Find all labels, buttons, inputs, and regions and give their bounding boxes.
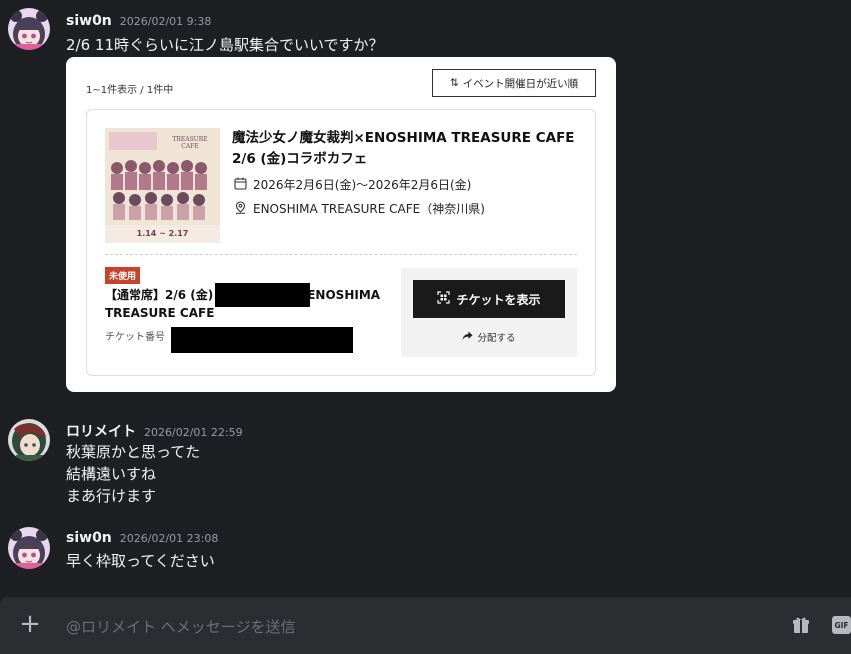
status-badge: 未使用	[105, 267, 141, 284]
message-header: siw0n 2026/02/01 23:08	[66, 530, 218, 546]
message-text: 2/6 11時ぐらいに江ノ島駅集合でいいですか？	[66, 36, 384, 54]
message-text: 結構遠いすね	[66, 465, 157, 483]
calendar-icon	[234, 177, 247, 193]
share-arrow-icon	[462, 331, 473, 344]
dashed-divider	[105, 254, 577, 255]
sort-arrows-icon: ⇅	[449, 77, 459, 89]
timestamp: 2026/02/01 23:08	[119, 532, 219, 545]
message-text: 早く枠取ってください	[66, 552, 215, 570]
avatar-siw0n[interactable]	[8, 8, 50, 50]
event-date: 2026年2月6日(金)〜2026年2月6日(金)	[234, 176, 471, 193]
username[interactable]: ロリメイト	[66, 421, 136, 441]
ticket-action-panel: チケットを表示 分配する	[401, 268, 577, 357]
event-place-text: ENOSHIMA TREASURE CAFE（神奈川県)	[253, 202, 485, 216]
show-ticket-label: チケットを表示	[456, 292, 541, 307]
username[interactable]: siw0n	[66, 530, 112, 546]
username[interactable]: siw0n	[66, 13, 112, 29]
seat-prefix: 【通常席】2/6 (金)	[105, 288, 214, 302]
avatar-rorimeito[interactable]	[8, 419, 50, 461]
event-thumbnail[interactable]: TREASURE CAFE 1.14 ~ 2.17	[105, 128, 220, 243]
sort-button[interactable]: ⇅ イベント開催日が近い順	[432, 69, 596, 97]
timestamp: 2026/02/01 9:38	[119, 15, 212, 28]
thumbnail-dates: 1.14 ~ 2.17	[136, 229, 189, 238]
qr-code-icon	[437, 291, 451, 307]
event-date-text: 2026年2月6日(金)〜2026年2月6日(金)	[253, 178, 472, 192]
message-text: まあ行けます	[66, 487, 157, 505]
add-attachment-icon[interactable]: +	[18, 611, 42, 637]
show-ticket-button[interactable]: チケットを表示	[413, 280, 565, 318]
result-count: 1~1件表示 / 1件中	[86, 85, 174, 96]
message-header: ロリメイト 2026/02/01 22:59	[66, 421, 243, 441]
share-label: 分配する	[477, 333, 516, 344]
thumbnail-caption: TREASURE CAFE	[172, 136, 208, 150]
message-composer: + @ロリメイト へメッセージを送信 GIF	[0, 597, 851, 654]
message-text: 秋葉原かと思ってた	[66, 443, 201, 461]
gift-icon[interactable]	[792, 616, 812, 636]
share-button[interactable]: 分配する	[401, 330, 577, 344]
event-card: TREASURE CAFE 1.14 ~ 2.17 魔法少女ノ魔女裁判×ENOS…	[86, 109, 596, 376]
event-place: ENOSHIMA TREASURE CAFE（神奈川県)	[234, 200, 485, 217]
avatar-siw0n[interactable]	[8, 527, 50, 569]
redaction-block	[215, 283, 310, 307]
ticket-number-label: チケット番号	[105, 332, 165, 343]
ticket-embed-card: 1~1件表示 / 1件中 ⇅ イベント開催日が近い順 TREASURE CAFE…	[66, 57, 616, 392]
message-header: siw0n 2026/02/01 9:38	[66, 13, 211, 29]
message-input[interactable]: @ロリメイト へメッセージを送信	[66, 616, 295, 637]
sort-label: イベント開催日が近い順	[462, 77, 579, 90]
timestamp: 2026/02/01 22:59	[144, 426, 243, 439]
seat-suffix: ENOSHIMA	[307, 288, 381, 302]
seat-line2: TREASURE CAFE	[105, 306, 215, 320]
location-pin-icon	[234, 200, 247, 217]
redaction-block	[171, 327, 353, 353]
event-title[interactable]: 魔法少女ノ魔女裁判×ENOSHIMA TREASURE CAFE 2/6 (金)…	[232, 128, 582, 170]
gif-picker-button[interactable]: GIF	[832, 616, 851, 634]
